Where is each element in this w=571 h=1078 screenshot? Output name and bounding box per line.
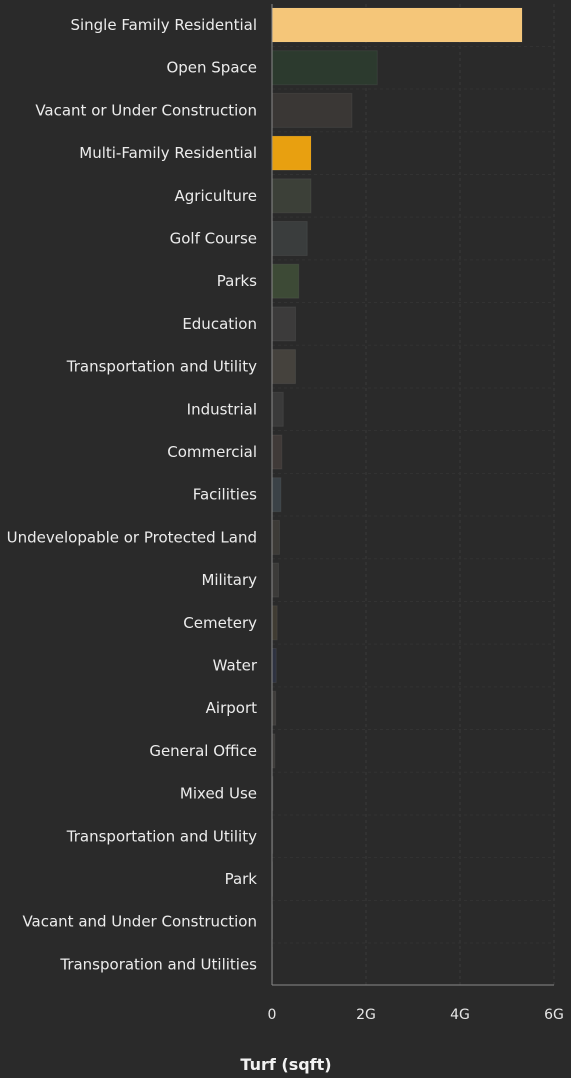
category-label: Airport [206,699,257,717]
x-axis-title: Turf (sqft) [240,1055,331,1074]
category-label: Education [182,315,257,333]
category-label: Vacant and Under Construction [22,913,257,931]
x-tick-label: 6G [544,1007,564,1023]
bar[interactable] [271,477,282,513]
bars [271,7,523,982]
grid [272,4,555,985]
category-label: Transporation and Utilities [59,955,257,973]
bar[interactable] [271,306,296,342]
bar[interactable] [271,7,523,43]
category-label: Parks [217,272,257,290]
bar[interactable] [271,648,277,683]
category-label: Mixed Use [180,785,257,803]
category-label: Commercial [167,443,257,461]
category-labels: Single Family Residential Open Space Vacan… [7,16,258,973]
x-tick-label: 4G [450,1007,470,1023]
x-tick-label: 2G [356,1007,376,1023]
category-label: Multi-Family Residential [79,144,257,162]
category-label: Park [225,870,258,888]
category-label: Golf Course [170,230,257,248]
category-label: Vacant or Under Construction [35,101,257,119]
bar[interactable] [271,519,281,555]
category-label: General Office [149,742,257,760]
category-label: Facilities [193,486,257,504]
category-label: Transportation and Utility [66,358,257,376]
x-tick-label: 0 [268,1007,277,1023]
category-label: Water [213,657,258,675]
bar[interactable] [271,178,312,214]
axes [271,4,554,986]
category-label: Undevelopable or Protected Land [7,528,257,546]
category-label: Single Family Residential [70,16,257,34]
bar[interactable] [271,135,312,171]
bar[interactable] [271,605,278,641]
category-label: Agriculture [175,187,258,205]
bar[interactable] [271,562,280,598]
category-label: Cemetery [183,614,257,632]
bar[interactable] [271,263,300,299]
bar[interactable] [271,690,277,726]
category-label: Industrial [187,400,257,418]
category-label: Transportation and Utility [66,827,257,845]
bar[interactable] [271,50,378,86]
bar-chart: Single Family Residential Open Space Vacan… [7,4,564,1074]
category-label: Open Space [166,59,257,77]
bar[interactable] [271,221,308,256]
bar[interactable] [271,92,353,128]
bar[interactable] [271,434,283,470]
x-tick-labels: 0 2G 4G 6G [268,1007,564,1023]
bar[interactable] [271,391,284,427]
bar[interactable] [271,349,296,385]
category-label: Military [201,571,257,589]
